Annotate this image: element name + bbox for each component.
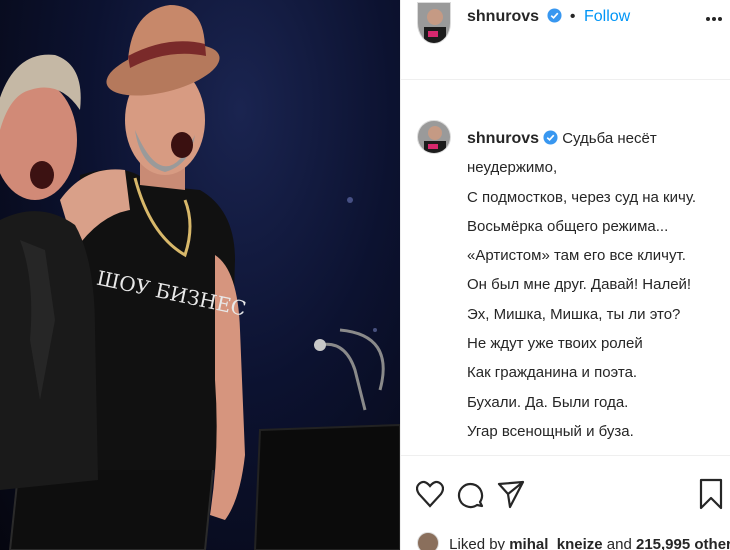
caption-line: Угар всенощный и буза. bbox=[467, 422, 634, 440]
concert-photo-illustration: ШОУ БИЗНЕС bbox=[0, 5, 400, 550]
caption-username-link[interactable]: shnurovs bbox=[467, 130, 539, 147]
avatar[interactable] bbox=[417, 2, 451, 44]
caption-line: неудержимо, bbox=[467, 159, 558, 177]
caption-line: Он был мне друг. Давай! Налей! bbox=[467, 276, 692, 294]
caption-text: Судьба несёт bbox=[562, 130, 657, 147]
caption-line: Не ждут уже твоих ролей bbox=[467, 335, 643, 353]
header-row: shnurovs • Follow bbox=[467, 8, 630, 26]
heart-icon[interactable] bbox=[416, 478, 444, 510]
likes-count-link[interactable]: 215,995 others bbox=[636, 536, 730, 550]
username-link[interactable]: shnurovs bbox=[467, 8, 539, 25]
likes-conj: and bbox=[606, 536, 632, 550]
action-bar bbox=[401, 455, 730, 535]
verified-badge-icon bbox=[547, 8, 562, 23]
comment-icon[interactable] bbox=[456, 478, 484, 510]
follow-button[interactable]: Follow bbox=[584, 8, 630, 25]
liker-avatar[interactable] bbox=[417, 532, 439, 550]
caption-first-line: shnurovs Судьба несёт bbox=[467, 124, 729, 153]
verified-badge-icon bbox=[543, 130, 558, 145]
caption-line: С подмостков, через суд на кичу. bbox=[467, 188, 696, 206]
liker-username-link[interactable]: mihal_kneize bbox=[509, 536, 602, 550]
post-header: shnurovs • Follow bbox=[401, 0, 730, 80]
separator-dot: • bbox=[569, 8, 576, 25]
caption-line: Бухали. Да. Были года. bbox=[467, 393, 629, 411]
bookmark-icon[interactable] bbox=[697, 478, 725, 510]
post-caption: shnurovs Судьба несёт неудержимо, С подм… bbox=[467, 124, 729, 446]
post-panel: shnurovs • Follow shnurovs Судьба несёт … bbox=[400, 0, 730, 550]
share-icon[interactable] bbox=[497, 478, 525, 510]
caption-line: Восьмёрка общего режима... bbox=[467, 217, 669, 235]
likes-prefix: Liked by bbox=[449, 536, 506, 550]
caption-line: «Артистом» там его все кличут. bbox=[467, 247, 686, 265]
caption-avatar[interactable] bbox=[417, 120, 451, 154]
post-photo[interactable]: ШОУ БИЗНЕС bbox=[0, 0, 400, 550]
caption-line: Эх, Мишка, Мишка, ты ли это? bbox=[467, 305, 681, 323]
more-options-icon[interactable] bbox=[704, 9, 724, 29]
likes-summary: Liked by mihal_kneize and 215,995 others bbox=[417, 532, 730, 550]
caption-line: Как гражданина и поэта. bbox=[467, 364, 638, 382]
